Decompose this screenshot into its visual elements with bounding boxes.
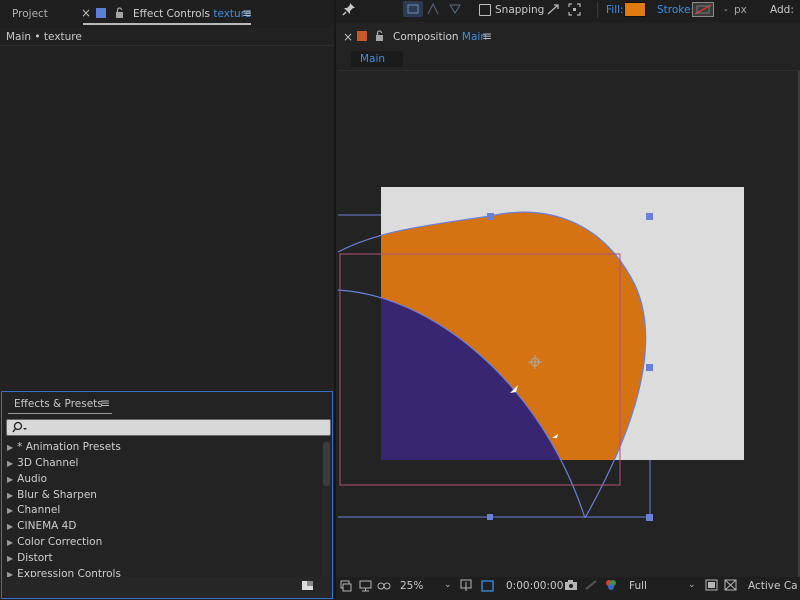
chevron-down-icon[interactable]: ⌄ xyxy=(444,580,452,590)
tab-composition[interactable]: Composition Main xyxy=(393,31,487,43)
pin-icon[interactable] xyxy=(342,2,356,16)
handle xyxy=(646,514,653,521)
effects-presets-title: Effects & Presets xyxy=(14,398,103,410)
snapping-label: Snapping xyxy=(495,4,545,16)
roi-icon[interactable] xyxy=(480,579,495,593)
comp-flow-tab-label: Main xyxy=(360,53,386,65)
show-snapshot-icon[interactable] xyxy=(584,579,598,591)
list-item[interactable]: ▶ * Animation Presets xyxy=(7,441,121,453)
list-item[interactable]: ▶ Blur & Sharpen xyxy=(7,489,97,501)
snap-expand-icon[interactable] xyxy=(568,3,581,16)
tab-project[interactable]: Project xyxy=(12,8,48,20)
effects-list: ▶ * Animation Presets ▶ 3D Channel ▶ Audio … xyxy=(1,439,321,577)
fill-label[interactable]: Fill: xyxy=(606,4,624,16)
toolbar-separator xyxy=(597,2,598,18)
composition-viewer[interactable] xyxy=(338,71,800,577)
resolution-dropdown[interactable]: Full xyxy=(629,580,647,592)
stroke-label[interactable]: Stroke: xyxy=(657,4,694,16)
panel-menu-icon[interactable]: ≡ xyxy=(242,6,252,20)
list-item[interactable]: ▶ Audio xyxy=(7,473,47,485)
active-tab-underline xyxy=(83,23,251,25)
close-icon[interactable]: × xyxy=(81,6,91,20)
transparency-grid-icon[interactable] xyxy=(724,579,737,591)
viewer-canvas xyxy=(338,187,744,521)
comp-menu-icon[interactable]: ≡ xyxy=(482,29,492,43)
handle xyxy=(487,213,494,220)
stroke-width-unit: px xyxy=(734,4,747,16)
list-item[interactable]: ▶ Color Correction xyxy=(7,536,102,548)
fit-frame-icon[interactable] xyxy=(460,579,474,592)
timecode-display[interactable]: 0:00:00:00 xyxy=(506,580,563,592)
effects-scrollbar-thumb[interactable] xyxy=(323,442,330,486)
puppet-starch-icon[interactable] xyxy=(448,3,462,15)
snap-edges-icon[interactable] xyxy=(546,3,560,16)
add-label[interactable]: Add: xyxy=(770,4,794,16)
region-icon[interactable] xyxy=(705,579,718,591)
effects-search-input[interactable] xyxy=(6,419,331,436)
handle xyxy=(646,213,653,220)
effects-menu-icon[interactable]: ≡ xyxy=(100,396,110,410)
layer-bounds-bottom xyxy=(338,460,651,518)
comp-close-icon[interactable]: × xyxy=(343,30,353,44)
stroke-color-swatch[interactable] xyxy=(692,2,714,17)
vr-glasses-icon[interactable] xyxy=(377,580,391,592)
monitor-icon[interactable] xyxy=(359,580,372,592)
list-item[interactable]: ▶ 3D Channel xyxy=(7,457,78,469)
puppet-overlap-icon[interactable] xyxy=(426,2,440,15)
panel-color-swatch xyxy=(96,8,106,18)
fill-color-swatch[interactable] xyxy=(624,2,646,17)
effects-tab-underline xyxy=(8,413,112,414)
new-folder-icon[interactable] xyxy=(302,580,314,591)
panel-divider xyxy=(0,45,334,46)
comp-lock-icon[interactable] xyxy=(375,30,384,41)
list-item[interactable]: ▶ Distort xyxy=(7,552,53,564)
lock-icon[interactable] xyxy=(115,7,124,18)
active-camera-dropdown[interactable]: Active Ca xyxy=(748,580,798,592)
preview-icon[interactable] xyxy=(340,580,352,592)
search-icon xyxy=(12,421,28,434)
resolution-chevron-icon[interactable]: ⌄ xyxy=(688,580,696,590)
snapping-checkbox[interactable] xyxy=(479,4,491,16)
comp-color-swatch xyxy=(357,31,367,41)
tab-effect-controls[interactable]: Effect Controls texture xyxy=(133,8,251,20)
puppet-pin-icon[interactable] xyxy=(406,3,420,15)
list-item[interactable]: ▶ CINEMA 4D xyxy=(7,520,76,532)
zoom-dropdown[interactable]: 25% xyxy=(400,580,423,592)
column-divider xyxy=(334,0,336,600)
handle xyxy=(487,514,493,520)
stroke-width-value[interactable]: - xyxy=(724,4,728,16)
effects-footer xyxy=(2,577,332,598)
list-item[interactable]: ▶ Expression Controls xyxy=(7,568,121,577)
effect-controls-breadcrumb: Main • texture xyxy=(6,31,82,43)
color-channels-icon[interactable] xyxy=(604,578,618,592)
list-item[interactable]: ▶ Channel xyxy=(7,504,60,516)
handle xyxy=(646,364,653,371)
camera-icon[interactable] xyxy=(564,579,578,591)
